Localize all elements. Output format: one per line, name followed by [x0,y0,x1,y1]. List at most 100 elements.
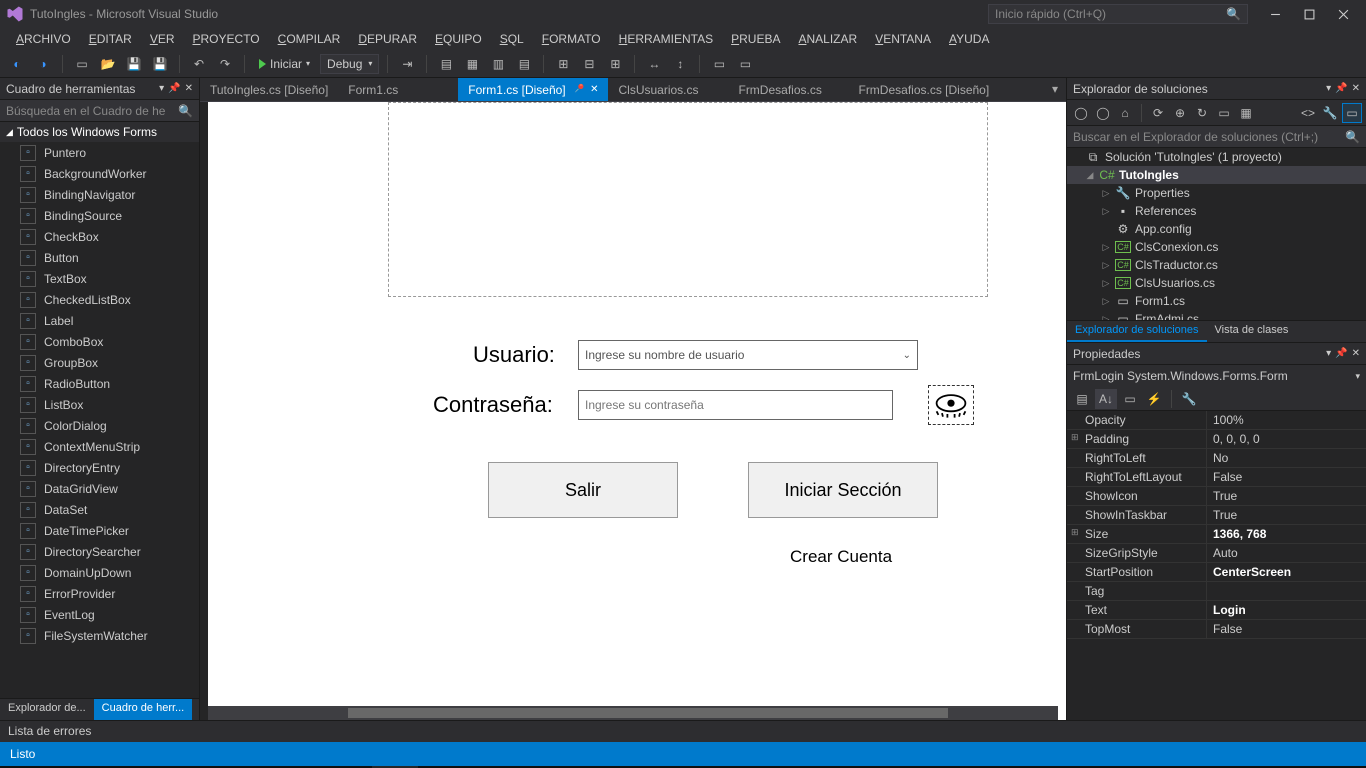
toolbox-item[interactable]: ▫ContextMenuStrip [0,436,199,457]
menu-editar[interactable]: EDITAR [81,30,140,48]
tree-node[interactable]: ▷▭FrmAdmi.cs [1067,310,1366,320]
toolbox-group[interactable]: ◢ Todos los Windows Forms [0,122,199,142]
tab-server-explorer[interactable]: Explorador de... [0,699,94,720]
property-row[interactable]: Size1366, 768 [1067,525,1366,544]
label-password[interactable]: Contraseña: [433,392,553,418]
toolbox-item[interactable]: ▫ColorDialog [0,415,199,436]
toolbox-item[interactable]: ▫ComboBox [0,331,199,352]
start-debug-button[interactable]: Iniciar ▾ [253,57,316,71]
document-tab[interactable]: FrmDesafios.cs [Diseño] [848,78,999,101]
toolbox-item[interactable]: ▫Button [0,247,199,268]
save-all-icon[interactable]: 💾 [149,53,171,75]
close-icon[interactable]: ✕ [590,84,598,95]
properties-grid[interactable]: Opacity100%Padding0, 0, 0, 0RightToLeftN… [1067,411,1366,720]
pin-icon[interactable]: 📌 [1335,348,1347,359]
align-icon[interactable]: ▦ [461,53,483,75]
step-icon[interactable]: ⇥ [396,53,418,75]
pin-icon[interactable]: 📍 [570,81,587,98]
document-tab[interactable]: FrmDesafios.cs [728,78,848,101]
properties-icon[interactable]: ▭ [1119,389,1141,409]
dropdown-icon[interactable]: ▾ [159,83,164,94]
solution-search[interactable]: Buscar en el Explorador de soluciones (C… [1067,126,1366,148]
align-icon[interactable]: ⊞ [604,53,626,75]
property-value[interactable]: False [1207,468,1366,486]
new-project-icon[interactable]: ▭ [71,53,93,75]
home-icon[interactable]: ⌂ [1115,103,1135,123]
tree-node[interactable]: ▷C#ClsUsuarios.cs [1067,274,1366,292]
document-tab[interactable]: TutoIngles.cs [Diseño] [200,78,338,101]
button-iniciar-sesion[interactable]: Iniciar Sección [748,462,938,518]
toolbox-search[interactable]: Búsqueda en el Cuadro de he 🔍 [0,100,199,122]
redo-icon[interactable]: ↷ [214,53,236,75]
toolbox-item[interactable]: ▫CheckedListBox [0,289,199,310]
property-row[interactable]: ShowInTaskbarTrue [1067,506,1366,525]
categorized-icon[interactable]: ▤ [1071,389,1093,409]
tab-class-view[interactable]: Vista de clases [1207,321,1297,342]
menu-formato[interactable]: FORMATO [534,30,609,48]
property-row[interactable]: StartPositionCenterScreen [1067,563,1366,582]
menu-analizar[interactable]: ANALIZAR [790,30,865,48]
solution-tree[interactable]: ⧉ Solución 'TutoIngles' (1 proyecto) ◢ C… [1067,148,1366,320]
eye-toggle-icon[interactable] [928,385,974,425]
toolbox-item[interactable]: ▫DirectorySearcher [0,541,199,562]
property-value[interactable]: 100% [1207,411,1366,429]
menu-ver[interactable]: VER [142,30,183,48]
property-value[interactable]: Login [1207,601,1366,619]
property-row[interactable]: SizeGripStyleAuto [1067,544,1366,563]
toolbox-item[interactable]: ▫BindingSource [0,205,199,226]
menu-sql[interactable]: SQL [492,30,532,48]
quick-launch-input[interactable]: Inicio rápido (Ctrl+Q) 🔍 [988,4,1248,24]
form-canvas[interactable]: Usuario: Ingrese su nombre de usuario ⌄ … [208,102,1066,720]
toolbox-item[interactable]: ▫DateTimePicker [0,520,199,541]
property-value[interactable]: No [1207,449,1366,467]
menu-prueba[interactable]: PRUEBA [723,30,788,48]
property-row[interactable]: RightToLeftNo [1067,449,1366,468]
toolbox-item[interactable]: ▫DomainUpDown [0,562,199,583]
tree-node[interactable]: ▷🔧Properties [1067,184,1366,202]
close-icon[interactable]: ✕ [1352,348,1360,359]
save-icon[interactable]: 💾 [123,53,145,75]
property-row[interactable]: TopMostFalse [1067,620,1366,639]
minimize-button[interactable] [1258,3,1292,25]
scrollbar-thumb[interactable] [348,708,948,718]
order-icon[interactable]: ▭ [708,53,730,75]
button-salir[interactable]: Salir [488,462,678,518]
tree-node[interactable]: ▷C#ClsConexion.cs [1067,238,1366,256]
menu-proyecto[interactable]: PROYECTO [185,30,268,48]
back-icon[interactable]: ◯ [1071,103,1091,123]
align-icon[interactable]: ⊞ [552,53,574,75]
dropdown-icon[interactable]: ▾ [1326,83,1331,94]
toolbox-item[interactable]: ▫RadioButton [0,373,199,394]
project-node[interactable]: ◢ C# TutoIngles [1067,166,1366,184]
property-value[interactable]: CenterScreen [1207,563,1366,581]
sync-icon[interactable]: ⟳ [1148,103,1168,123]
undo-icon[interactable]: ↶ [188,53,210,75]
close-icon[interactable]: ✕ [1352,83,1360,94]
property-value[interactable]: 0, 0, 0, 0 [1207,430,1366,448]
dropdown-icon[interactable]: ▾ [1326,348,1331,359]
tree-node[interactable]: ⚙App.config [1067,220,1366,238]
show-all-icon[interactable]: ▦ [1236,103,1256,123]
toolbox-item[interactable]: ▫GroupBox [0,352,199,373]
solution-node[interactable]: ⧉ Solución 'TutoIngles' (1 proyecto) [1067,148,1366,166]
property-row[interactable]: ShowIconTrue [1067,487,1366,506]
nav-fwd-icon[interactable]: ◑ [32,53,54,75]
tab-toolbox[interactable]: Cuadro de herr... [94,699,193,720]
spacing-icon[interactable]: ↔ [643,53,665,75]
refresh-icon[interactable]: ↻ [1192,103,1212,123]
property-pages-icon[interactable]: 🔧 [1178,389,1200,409]
spacing-icon[interactable]: ↕ [669,53,691,75]
align-icon[interactable]: ▥ [487,53,509,75]
toolbox-item[interactable]: ▫FileSystemWatcher [0,625,199,646]
document-tab[interactable]: Form1.cs [338,78,458,101]
toolbox-item[interactable]: ▫EventLog [0,604,199,625]
tab-overflow-icon[interactable]: ▾ [1044,78,1066,101]
label-usuario[interactable]: Usuario: [473,342,555,368]
order-icon[interactable]: ▭ [734,53,756,75]
property-row[interactable]: Padding0, 0, 0, 0 [1067,430,1366,449]
property-row[interactable]: Tag [1067,582,1366,601]
property-value[interactable]: 1366, 768 [1207,525,1366,543]
menu-ventana[interactable]: VENTANA [867,30,939,48]
property-value[interactable]: True [1207,506,1366,524]
toolbox-item[interactable]: ▫Puntero [0,142,199,163]
